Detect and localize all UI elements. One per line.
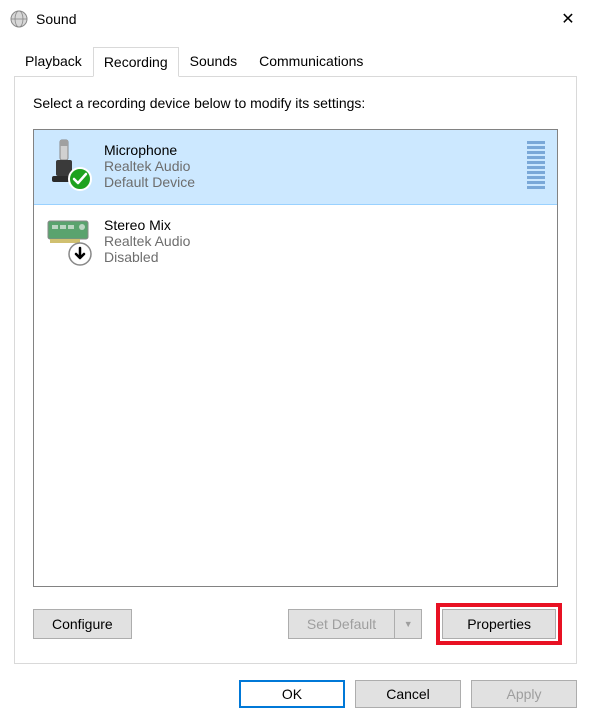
checkmark-icon [68, 167, 92, 196]
highlight-annotation: Properties [436, 603, 562, 645]
device-microphone[interactable]: Microphone Realtek Audio Default Device [33, 129, 558, 205]
tab-playback[interactable]: Playback [14, 46, 93, 76]
arrow-down-icon [68, 242, 92, 271]
device-stereo-mix[interactable]: Stereo Mix Realtek Audio Disabled [34, 204, 557, 280]
instruction-text: Select a recording device below to modif… [33, 95, 558, 111]
ok-button[interactable]: OK [239, 680, 345, 708]
device-name: Stereo Mix [104, 217, 545, 233]
action-row: Configure Set Default ▼ Properties [33, 603, 558, 645]
window-title: Sound [36, 11, 545, 27]
tab-recording[interactable]: Recording [93, 47, 179, 77]
configure-button[interactable]: Configure [33, 609, 132, 639]
close-button[interactable]: ✕ [545, 3, 591, 35]
set-default-split-button: Set Default ▼ [288, 609, 422, 639]
device-icon [46, 138, 90, 194]
device-list[interactable]: Microphone Realtek Audio Default Device [33, 129, 558, 587]
set-default-dropdown: ▼ [394, 609, 422, 639]
level-meter-icon [527, 141, 545, 191]
tab-sounds[interactable]: Sounds [179, 46, 248, 76]
tab-panel: Select a recording device below to modif… [14, 76, 577, 664]
device-name: Microphone [104, 142, 527, 158]
device-desc: Realtek Audio [104, 233, 545, 249]
cancel-button[interactable]: Cancel [355, 680, 461, 708]
device-labels: Stereo Mix Realtek Audio Disabled [104, 217, 545, 265]
chevron-down-icon: ▼ [404, 619, 413, 629]
dialog-footer: OK Cancel Apply [0, 664, 591, 708]
set-default-button: Set Default [288, 609, 394, 639]
title-bar: Sound ✕ [0, 0, 591, 38]
close-icon: ✕ [561, 9, 574, 29]
sound-icon [10, 10, 28, 28]
tab-communications[interactable]: Communications [248, 46, 374, 76]
apply-button: Apply [471, 680, 577, 708]
device-status: Disabled [104, 249, 545, 265]
device-status: Default Device [104, 174, 527, 190]
properties-button[interactable]: Properties [442, 609, 556, 639]
device-desc: Realtek Audio [104, 158, 527, 174]
tab-strip: Playback Recording Sounds Communications [14, 46, 591, 76]
device-icon [46, 213, 90, 269]
device-labels: Microphone Realtek Audio Default Device [104, 142, 527, 190]
